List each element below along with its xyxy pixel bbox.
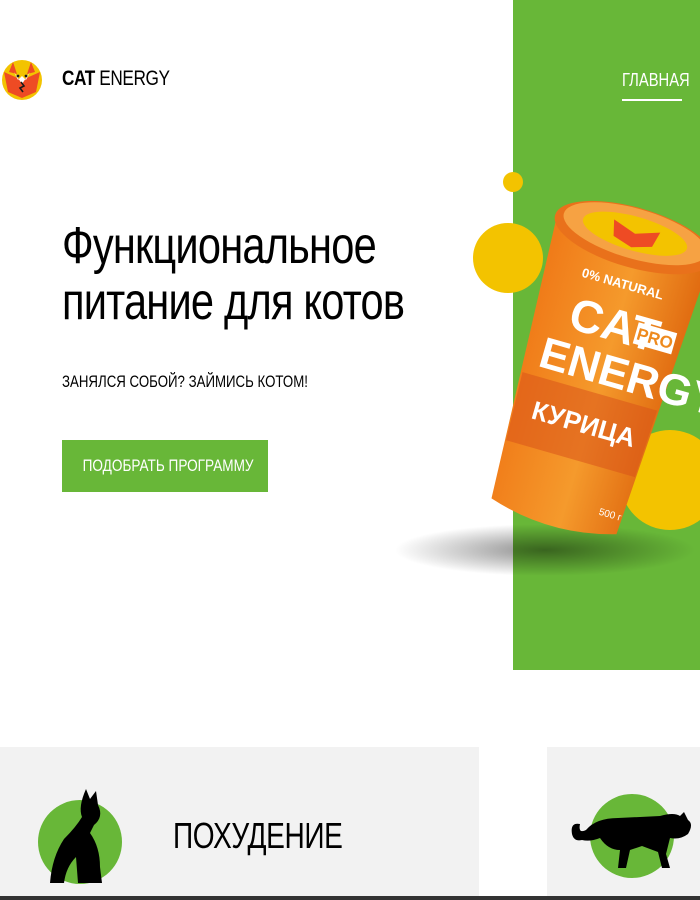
horizontal-scrollbar[interactable] [0,896,700,900]
logo-text-bold: CAT [62,67,95,90]
nav-active-underline [622,99,682,101]
nav-link-main[interactable]: ГЛАВНАЯ [622,70,690,91]
pack-shadow [395,524,695,576]
choose-program-button[interactable]: ПОДОБРАТЬ ПРОГРАММУ [62,440,268,492]
panther-icon [571,794,691,878]
cat-energy-logo-icon [2,60,42,100]
hero-title-line-2: питание для котов [62,273,405,331]
hero-title: Функциональное питание для котов [62,217,405,331]
program-title-slimming: ПОХУДЕНИЕ [173,815,343,856]
hero-tagline: ЗАНЯЛСЯ СОБОЙ? ЗАЙМИСЬ КОТОМ! [62,372,308,391]
logo-link[interactable]: CAT ENERGY [0,50,193,108]
small-yellow-circle [503,172,523,192]
logo-text-light: ENERGY [99,67,170,90]
logo-text: CAT ENERGY [62,67,170,91]
choose-program-button-label: ПОДОБРАТЬ ПРОГРАММУ [82,456,254,475]
hero-title-line-1: Функциональное [62,217,377,275]
product-pack-image: 0% NATURAL CAT PRO ENERGY КУРИЦА 500 г [395,172,700,576]
yellow-circle-left [473,223,543,293]
slim-cat-icon [38,789,122,884]
